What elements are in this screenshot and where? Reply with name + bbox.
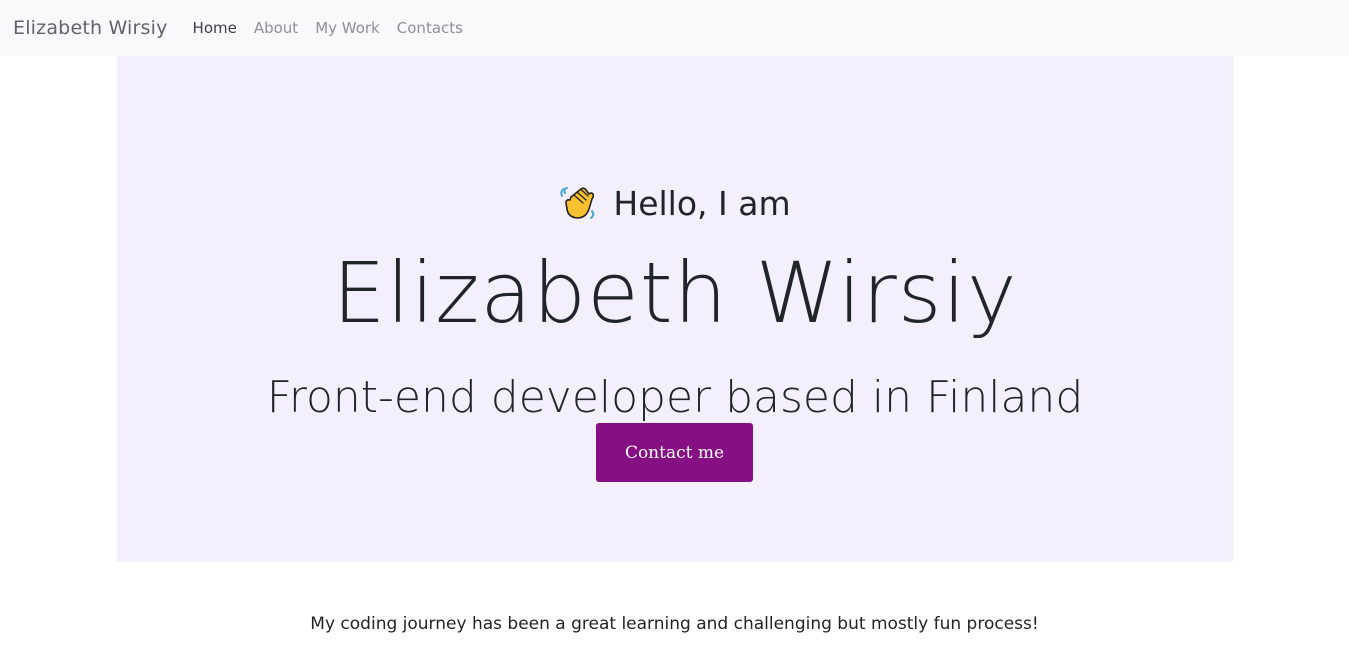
hero-name: Elizabeth Wirsiy [332,244,1018,342]
waving-hand-icon [559,183,599,223]
hero-subtitle: Front-end developer based in Finland [266,372,1084,423]
contact-me-button[interactable]: Contact me [596,423,753,482]
nav-links: Home About My Work Contacts [193,19,480,37]
nav-link-contacts[interactable]: Contacts [397,19,463,37]
navbar-brand[interactable]: Elizabeth Wirsiy [13,17,168,39]
hero-section: Hello, I am Elizabeth Wirsiy Front-end d… [117,56,1233,562]
hero-greeting: Hello, I am [117,183,1233,223]
greeting-text: Hello, I am [613,183,791,223]
nav-link-home[interactable]: Home [193,19,237,37]
nav-link-about[interactable]: About [254,19,298,37]
intro-text: My coding journey has been a great learn… [310,614,1039,634]
navbar: Elizabeth Wirsiy Home About My Work Cont… [0,0,1349,56]
nav-link-my-work[interactable]: My Work [315,19,380,37]
